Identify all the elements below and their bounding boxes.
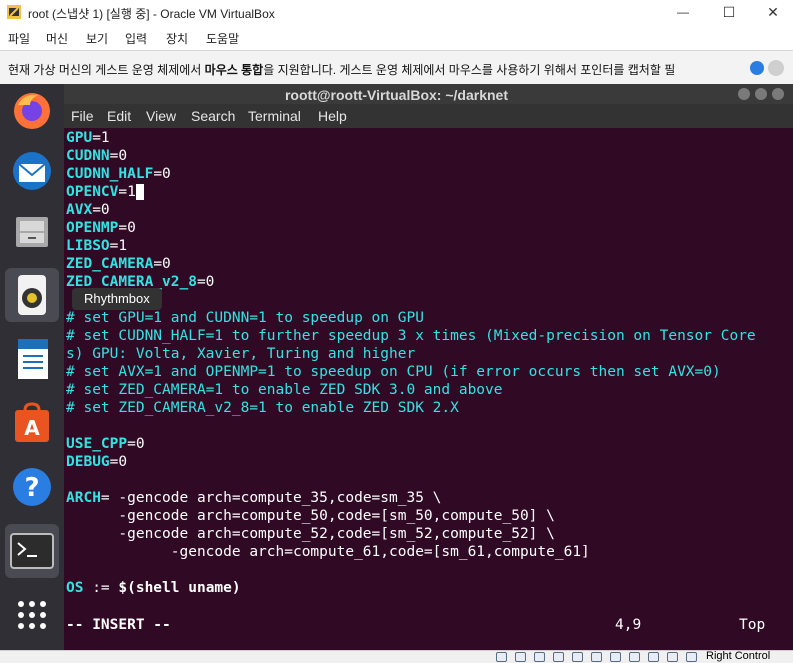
comment-line: # set GPU=1 and CUDNN=1 to speedup on GP… (66, 310, 424, 326)
scroll-position: Top (739, 617, 766, 633)
keyboard-icon[interactable] (686, 652, 697, 662)
code-line: CUDNN_HALF=0 (66, 166, 171, 182)
comment-line: # set ZED_CAMERA_v2_8=1 to enable ZED SD… (66, 400, 459, 416)
terminal-body[interactable]: GPU=1 CUDNN=0 CUDNN_HALF=0 OPENCV=1 AVX=… (64, 128, 793, 650)
window-title: root (스냅샷 1) [실행 중] - Oracle VM VirtualB… (28, 7, 275, 21)
terminal-menu-search[interactable]: Search (191, 108, 235, 124)
code-line: CUDNN=0 (66, 148, 128, 164)
comment-line: # set AVX=1 and OPENMP=1 to speedup on C… (66, 364, 721, 380)
writer-icon[interactable] (5, 332, 59, 386)
cursor-position: 4,9 (615, 617, 642, 633)
vbox-menu-file[interactable]: 파일 (8, 30, 30, 47)
code-line: ZED_CAMERA=0 (66, 256, 171, 272)
thunderbird-icon[interactable] (5, 144, 59, 198)
notification-text: 현재 가상 머신의 게스트 운영 체제에서 마우스 통합을 지원합니다. 게스트… (8, 63, 676, 77)
terminal-icon[interactable] (5, 524, 59, 578)
comment-line: s) GPU: Volta, Xavier, Turing and higher (66, 346, 416, 362)
mouse-integration-icon[interactable] (667, 652, 678, 662)
terminal-menu-file[interactable]: File (71, 108, 94, 124)
usb-icon[interactable] (572, 652, 583, 662)
rhythmbox-icon[interactable] (5, 268, 59, 322)
vbox-menu-machine[interactable]: 머신 (46, 30, 68, 47)
mouse-integration-notification: 현재 가상 머신의 게스트 운영 체제에서 마우스 통합을 지원합니다. 게스트… (0, 50, 793, 86)
terminal-menu-terminal[interactable]: Terminal (248, 108, 301, 124)
code-line: DEBUG=0 (66, 454, 128, 470)
svg-text:?: ? (24, 473, 39, 503)
code-line: OPENCV=1 (66, 183, 144, 201)
comment-line: # set ZED_CAMERA=1 to enable ZED SDK 3.0… (66, 382, 503, 398)
code-line: LIBSO=1 (66, 238, 128, 254)
dock-tooltip: Rhythmbox (72, 288, 162, 310)
terminal-menubar: File Edit View Search Terminal Help (64, 104, 793, 128)
terminal-close-icon[interactable] (772, 88, 784, 100)
code-line: OPENMP=0 (66, 220, 136, 236)
maximize-button[interactable]: ☐ (706, 0, 752, 24)
audio-icon[interactable] (534, 652, 545, 662)
vbox-menu-help[interactable]: 도움말 (206, 30, 239, 47)
vbox-menu-devices[interactable]: 장치 (166, 30, 188, 47)
window-titlebar: root (스냅샷 1) [실행 중] - Oracle VM VirtualB… (0, 0, 793, 26)
code-line: AVX=0 (66, 202, 110, 218)
cpu-icon[interactable] (648, 652, 659, 662)
text-cursor (135, 184, 144, 200)
vbox-device-icons (496, 652, 697, 662)
terminal-minimize-icon[interactable] (738, 88, 750, 100)
vim-mode: -- INSERT -- (66, 617, 171, 633)
code-line: -gencode arch=compute_52,code=[sm_52,com… (66, 526, 555, 542)
terminal-menu-edit[interactable]: Edit (107, 108, 131, 124)
notification-close-icon[interactable] (768, 60, 784, 76)
ubuntu-dock: A ? (0, 84, 64, 650)
recording-icon[interactable] (629, 652, 640, 662)
vbox-menu-input[interactable]: 입력 (125, 30, 147, 47)
vbox-menubar: 파일 머신 보기 입력 장치 도움말 (0, 26, 793, 48)
code-line: -gencode arch=compute_61,code=[sm_61,com… (66, 544, 590, 560)
code-line: GPU=1 (66, 130, 110, 146)
comment-line: # set CUDNN_HALF=1 to further speedup 3 … (66, 328, 756, 344)
network-icon[interactable] (553, 652, 564, 662)
terminal-menu-help[interactable]: Help (318, 108, 347, 124)
vbox-menu-view[interactable]: 보기 (86, 30, 108, 47)
code-line: ARCH= -gencode arch=compute_35,code=sm_3… (66, 490, 442, 506)
code-line: OS := $(shell uname) (66, 580, 241, 596)
terminal-menu-view[interactable]: View (146, 108, 176, 124)
terminal-title: roott@roott-VirtualBox: ~/darknet (284, 87, 508, 103)
hard-disk-icon[interactable] (496, 652, 507, 662)
terminal-window-buttons (736, 86, 786, 102)
close-button[interactable]: ✕ (750, 0, 793, 24)
code-line: USE_CPP=0 (66, 436, 145, 452)
minimize-button[interactable]: — (660, 0, 706, 24)
shared-folder-icon[interactable] (591, 652, 602, 662)
files-icon[interactable] (5, 204, 59, 258)
apps-grid-icon[interactable] (5, 588, 59, 642)
help-icon[interactable]: ? (5, 460, 59, 514)
code-line: -gencode arch=compute_50,code=[sm_50,com… (66, 508, 555, 524)
optical-drive-icon[interactable] (515, 652, 526, 662)
notification-toggle-icon[interactable] (750, 61, 764, 75)
vbox-statusbar: Right Control (0, 650, 793, 663)
svg-text:A: A (24, 416, 40, 440)
software-icon[interactable]: A (5, 396, 59, 450)
terminal-maximize-icon[interactable] (755, 88, 767, 100)
display-icon[interactable] (610, 652, 621, 662)
virtualbox-app-icon (7, 5, 21, 19)
vim-status-line: -- INSERT -- 4,9 Top (66, 616, 791, 634)
host-key-label: Right Control (706, 650, 771, 662)
firefox-icon[interactable] (5, 84, 59, 138)
